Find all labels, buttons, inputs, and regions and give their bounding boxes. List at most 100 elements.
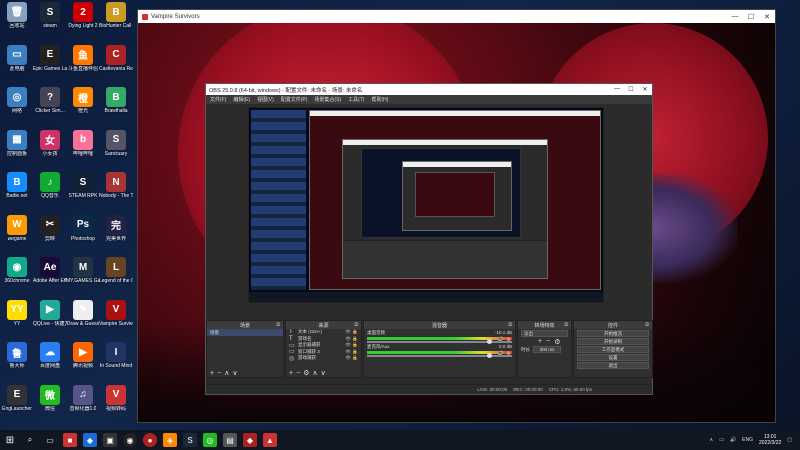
transition-settings-icon[interactable]: ⚙ bbox=[554, 338, 560, 346]
add-source-button[interactable]: + bbox=[289, 370, 293, 377]
desktop-icon[interactable]: 女小女孩 bbox=[33, 129, 67, 164]
desktop-icon[interactable]: MMY.GAMES GameCenter bbox=[66, 257, 100, 291]
desktop-icon[interactable]: 橙橙光 bbox=[66, 87, 100, 121]
volume-slider[interactable]: 🔊 ⚙ bbox=[367, 351, 512, 358]
control-button[interactable]: 开始录制 bbox=[577, 338, 649, 345]
desktop-icon[interactable]: NNobody - The Turnaround bbox=[99, 172, 133, 206]
obs-maximize-button[interactable]: ☐ bbox=[624, 86, 638, 93]
desktop-icon[interactable]: b 哔哩哔哩 bbox=[66, 129, 100, 164]
obs-close-button[interactable]: ✕ bbox=[638, 86, 652, 93]
add-transition-button[interactable]: + bbox=[538, 338, 542, 346]
obs-taskbar-icon[interactable]: ◉ bbox=[123, 433, 137, 447]
maximize-button[interactable]: ☐ bbox=[743, 10, 759, 23]
desktop-icon[interactable]: 完完美世界 bbox=[99, 214, 133, 249]
desktop-icon[interactable]: VVampire Survivors bbox=[99, 299, 133, 334]
taskbar-app-icon[interactable]: ◎ bbox=[203, 433, 217, 447]
obs-minimize-button[interactable]: — bbox=[610, 86, 624, 93]
channel-settings-icon[interactable]: ⚙ bbox=[507, 337, 511, 343]
control-button[interactable]: 设置 bbox=[577, 354, 649, 361]
desktop-icon[interactable]: CCastlevania Recharged bbox=[99, 44, 133, 79]
desktop-icon[interactable]: 🗑 回收站 bbox=[0, 2, 34, 36]
duration-input[interactable]: 300 ms bbox=[533, 346, 561, 353]
desktop-icon[interactable]: 鲁鲁大师 bbox=[0, 342, 34, 376]
desktop-icon[interactable]: ♪ QQ音乐 bbox=[33, 172, 67, 206]
menu-item[interactable]: 文件(F) bbox=[210, 96, 226, 103]
transition-select[interactable]: 淡出 bbox=[521, 330, 568, 337]
obs-window[interactable]: OBS 25.0.8 (64-bit, windows) - 配置文件: 未命名… bbox=[205, 83, 653, 395]
menu-item[interactable]: 编辑(E) bbox=[233, 96, 250, 103]
input-language[interactable]: ENG bbox=[742, 437, 753, 443]
menu-item[interactable]: 帮助(H) bbox=[371, 96, 388, 103]
taskbar-app-icon[interactable]: ● bbox=[143, 433, 157, 447]
scene-up-button[interactable]: ∧ bbox=[224, 369, 229, 377]
taskbar-app-icon[interactable]: ◈ bbox=[163, 433, 177, 447]
notification-icon[interactable]: ▢ bbox=[787, 437, 792, 443]
desktop-icon[interactable]: ✂ 剪映 bbox=[33, 214, 67, 249]
control-button[interactable]: 工作室模式 bbox=[577, 346, 649, 353]
desktop-icon[interactable]: S STEAM RPK bbox=[66, 172, 100, 206]
scene-item[interactable]: 场景 bbox=[207, 329, 283, 336]
desktop-icon[interactable]: ◉ 360chrome bbox=[0, 257, 34, 291]
mute-speaker-icon[interactable]: 🔊 bbox=[498, 351, 504, 357]
remove-source-button[interactable]: − bbox=[296, 370, 300, 377]
desktop-icon[interactable]: LLegend of the Outlaw bbox=[99, 257, 133, 291]
remove-transition-button[interactable]: − bbox=[546, 338, 550, 346]
desktop-icon[interactable]: 鱼斗鱼直播伴侣 bbox=[66, 44, 100, 79]
minimize-button[interactable]: — bbox=[727, 10, 743, 23]
desktop-icon[interactable]: ▶ 腾讯视频 bbox=[66, 342, 100, 376]
control-button[interactable]: 开始推流 bbox=[577, 330, 649, 337]
source-up-button[interactable]: ∧ bbox=[312, 369, 317, 377]
desktop-icon[interactable]: B Battle.net bbox=[0, 172, 34, 206]
menu-item[interactable]: 场景集合(S) bbox=[314, 96, 341, 103]
add-scene-button[interactable]: + bbox=[210, 370, 214, 377]
desktop-icon[interactable]: EEpic Games Launcher bbox=[33, 44, 67, 79]
desktop-icon[interactable]: ▦ 控制面板 bbox=[0, 129, 34, 164]
desktop-icon[interactable]: BBioHunter Call of ... bbox=[99, 2, 133, 36]
desktop-icon[interactable]: ✎ Draw & Guess bbox=[66, 299, 100, 334]
taskbar-app-icon[interactable]: ◆ bbox=[243, 433, 257, 447]
visibility-eye-icon[interactable]: 👁 🔒 bbox=[345, 349, 358, 355]
desktop-icon[interactable]: ? Clicker Sim... bbox=[33, 87, 67, 121]
steam-taskbar-icon[interactable]: S bbox=[183, 433, 197, 447]
desktop-icon[interactable]: 微微信 bbox=[33, 384, 67, 419]
task-view-icon[interactable]: ▭ bbox=[43, 433, 57, 447]
desktop-icon[interactable]: Ssteam bbox=[33, 2, 67, 36]
start-button[interactable]: ⊞ bbox=[3, 433, 17, 447]
desktop-icon[interactable]: 2 Dying Light 2 bbox=[66, 2, 100, 36]
desktop-icon[interactable]: V 视频转码 bbox=[99, 384, 133, 419]
desktop-icon[interactable]: ▶QQLive - 快捷方式 bbox=[33, 299, 67, 334]
desktop-icon[interactable]: ◎ 网络 bbox=[0, 87, 34, 121]
volume-icon[interactable]: 🔊 bbox=[730, 437, 736, 443]
taskbar-app-icon[interactable]: ■ bbox=[63, 433, 77, 447]
menu-item[interactable]: 视图(V) bbox=[257, 96, 274, 103]
desktop-icon[interactable]: E EngLauncher bbox=[0, 384, 34, 419]
search-icon[interactable]: ⌕ bbox=[23, 433, 37, 447]
control-button[interactable]: 退出 bbox=[577, 362, 649, 369]
desktop-icon[interactable]: ♫ 音频化器1.0 bbox=[66, 384, 100, 419]
menu-item[interactable]: 工具(T) bbox=[348, 96, 364, 103]
taskbar-app-icon[interactable]: ▤ bbox=[223, 433, 237, 447]
source-down-button[interactable]: ∨ bbox=[321, 369, 326, 377]
obs-preview[interactable] bbox=[248, 107, 604, 303]
desktop-icon[interactable]: B Brawlhalla bbox=[99, 87, 133, 121]
remove-scene-button[interactable]: − bbox=[217, 370, 221, 377]
desktop-icon[interactable]: YY YY bbox=[0, 299, 34, 334]
tray-chevron-icon[interactable]: ∧ bbox=[710, 437, 714, 443]
desktop-icon[interactable]: AeAdobe After Effects CC bbox=[33, 257, 67, 291]
game-window-titlebar[interactable]: Vampire Survivors — ☐ ✕ bbox=[138, 10, 775, 23]
source-item[interactable]: ◎ 游戏捕获 👁 🔒 bbox=[286, 355, 361, 362]
source-settings-icon[interactable]: ⚙ bbox=[303, 369, 309, 377]
obs-titlebar[interactable]: OBS 25.0.8 (64-bit, windows) - 配置文件: 未命名… bbox=[206, 84, 652, 95]
channel-settings-icon[interactable]: ⚙ bbox=[507, 351, 511, 357]
desktop-icon[interactable]: I In Sound Mind bbox=[99, 342, 133, 376]
taskbar-app-icon[interactable]: ◆ bbox=[83, 433, 97, 447]
desktop-icon[interactable]: ▭ 此电脑 bbox=[0, 44, 34, 79]
visibility-eye-icon[interactable]: 👁 🔒 bbox=[345, 329, 358, 335]
network-icon[interactable]: ▭ bbox=[719, 437, 724, 443]
mute-speaker-icon[interactable]: 🔊 bbox=[498, 337, 504, 343]
volume-slider[interactable]: 🔊 ⚙ bbox=[367, 337, 512, 344]
clock[interactable]: 13:01 2022/3/22 bbox=[759, 434, 781, 446]
desktop-icon[interactable]: ☁ 百度网盘 bbox=[33, 342, 67, 376]
menu-item[interactable]: 配置文件(P) bbox=[281, 96, 308, 103]
taskbar-app-icon[interactable]: ▣ bbox=[103, 433, 117, 447]
